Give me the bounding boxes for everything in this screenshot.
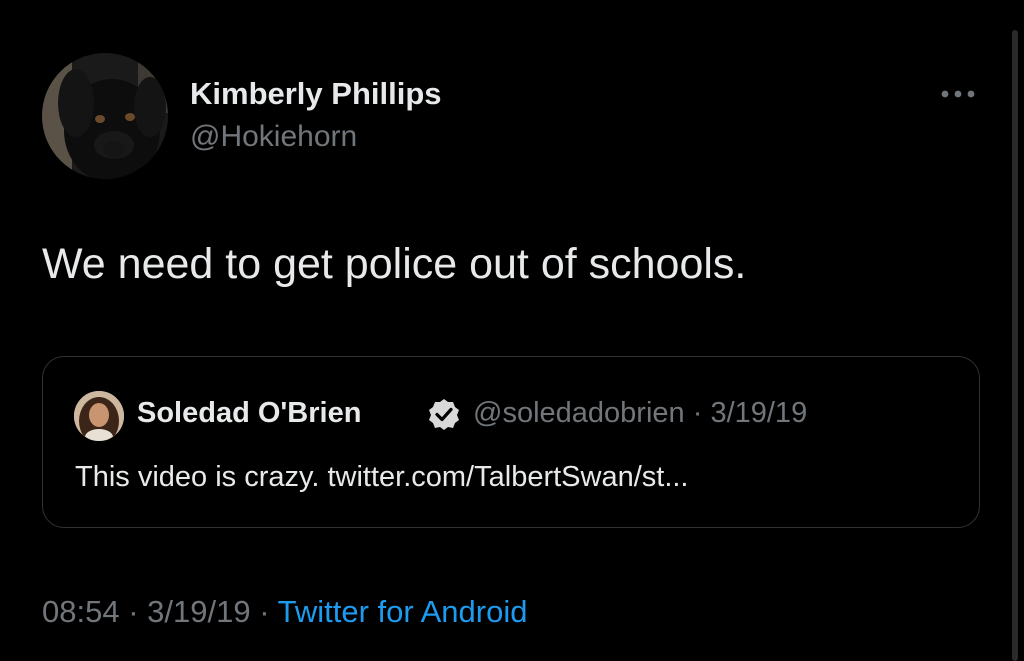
quoted-tweet-date: 3/19/19 (710, 397, 808, 429)
more-options-button[interactable] (936, 80, 980, 108)
author-name[interactable]: Kimberly Phillips (190, 76, 442, 112)
scrollbar[interactable] (1012, 30, 1018, 661)
quoted-author-name[interactable]: Soledad O'Brien (137, 397, 361, 430)
tweet-metadata: 08:54 · 3/19/19 · Twitter for Android (42, 594, 527, 630)
quoted-tweet-card[interactable]: Soledad O'Brien @soledadobrien · 3/19/19… (42, 356, 980, 528)
quoted-tweet-text: This video is crazy. twitter.com/Talbert… (75, 461, 689, 493)
tweet-date: 3/19/19 (147, 594, 251, 629)
more-horizontal-icon (941, 90, 975, 98)
tweet-source-link[interactable]: Twitter for Android (278, 594, 528, 629)
quoted-author-handle[interactable]: @soledadobrien (473, 397, 685, 429)
separator-dot: · (128, 594, 139, 629)
dog-avatar-image (42, 53, 168, 179)
author-avatar[interactable] (42, 53, 168, 179)
verified-badge-icon (427, 397, 461, 431)
quoted-author-handle-and-date: @soledadobrien · 3/19/19 (473, 397, 807, 430)
tweet-time: 08:54 (42, 594, 120, 629)
separator-dot: · (692, 397, 703, 429)
quoted-author-avatar[interactable] (74, 391, 124, 441)
portrait-avatar-image (74, 391, 124, 441)
separator-dot: · (259, 594, 270, 629)
tweet-text: We need to get police out of schools. (42, 240, 747, 288)
author-handle[interactable]: @Hokiehorn (190, 120, 357, 154)
tweet-detail: Kimberly Phillips @Hokiehorn We need to … (0, 0, 1024, 661)
